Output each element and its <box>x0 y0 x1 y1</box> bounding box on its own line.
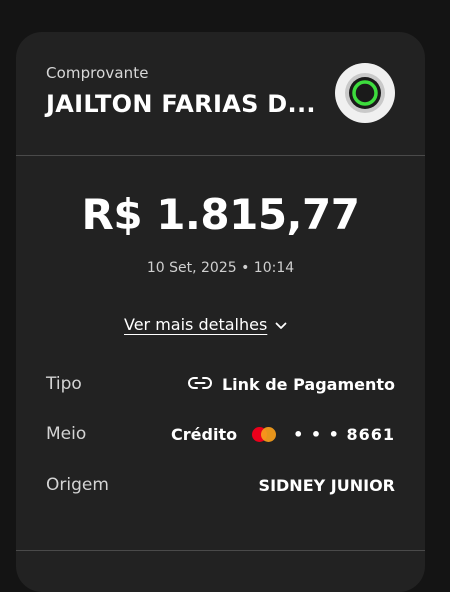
card-masked-number: • • • 8661 <box>293 424 395 444</box>
receipt-card: Comprovante JAILTON FARIAS D... R$ 1.815… <box>16 32 425 592</box>
receipt-header: Comprovante JAILTON FARIAS D... <box>16 32 425 156</box>
detail-row-origin: Origem SIDNEY JUNIOR <box>46 473 395 497</box>
origin-label: Origem <box>46 475 109 495</box>
type-value-text: Link de Pagamento <box>221 374 395 394</box>
receipt-label: Comprovante <box>46 64 149 82</box>
detail-row-method: Meio Crédito • • • 8661 <box>46 422 395 446</box>
payment-datetime: 10 Set, 2025 • 10:14 <box>146 260 295 276</box>
origin-value: SIDNEY JUNIOR <box>258 475 395 495</box>
merchant-logo-ring-icon <box>335 63 395 123</box>
mastercard-icon <box>252 426 277 442</box>
see-more-details-link[interactable]: Ver mais detalhes <box>124 315 287 334</box>
see-more-details-label: Ver mais detalhes <box>124 315 268 334</box>
chevron-down-icon <box>275 315 287 334</box>
detail-row-type: Tipo Link de Pagamento <box>46 372 395 396</box>
method-value: Crédito • • • 8661 <box>171 425 395 444</box>
method-value-text: Crédito <box>171 424 238 444</box>
bottom-divider <box>16 550 425 551</box>
link-icon <box>187 375 213 394</box>
method-label: Meio <box>46 424 87 444</box>
payment-amount: R$ 1.815,77 <box>81 190 360 239</box>
type-value: Link de Pagamento <box>187 375 395 394</box>
type-label: Tipo <box>46 374 82 394</box>
merchant-name: JAILTON FARIAS D... <box>46 90 316 118</box>
